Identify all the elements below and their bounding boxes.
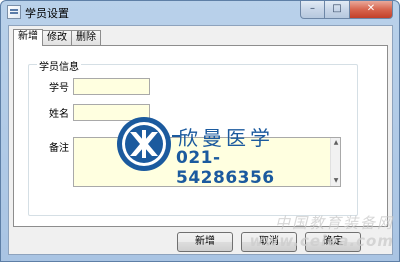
tab-delete[interactable]: 删除 bbox=[71, 30, 101, 45]
notes-textarea[interactable]: ▲ ▼ bbox=[73, 137, 341, 187]
title-bar[interactable]: 学员设置 – □ ✕ bbox=[1, 1, 399, 23]
caption-buttons: – □ ✕ bbox=[300, 1, 393, 19]
close-button[interactable]: ✕ bbox=[350, 1, 393, 19]
minimize-button[interactable]: – bbox=[300, 1, 325, 19]
scroll-up-icon[interactable]: ▲ bbox=[332, 139, 340, 147]
add-button[interactable]: 新增 bbox=[177, 232, 233, 252]
group-title: 学员信息 bbox=[37, 58, 81, 73]
maximize-button[interactable]: □ bbox=[325, 1, 350, 19]
notes-label: 备注 bbox=[49, 143, 69, 154]
tab-strip: 新增 修改 删除 bbox=[13, 29, 101, 46]
tab-edit[interactable]: 修改 bbox=[42, 30, 72, 45]
app-window-icon bbox=[7, 5, 21, 19]
scroll-down-icon[interactable]: ▼ bbox=[332, 177, 340, 185]
window-title: 学员设置 bbox=[25, 7, 69, 20]
student-info-group: 学员信息 学号 姓名 备注 ▲ ▼ bbox=[28, 58, 358, 216]
confirm-button[interactable]: 确定 bbox=[305, 232, 361, 252]
cancel-button[interactable]: 取消 bbox=[241, 232, 297, 252]
student-id-label: 学号 bbox=[49, 83, 69, 94]
tab-add[interactable]: 新增 bbox=[13, 29, 43, 46]
name-label: 姓名 bbox=[49, 109, 69, 120]
notes-scrollbar[interactable]: ▲ ▼ bbox=[330, 138, 340, 186]
tab-panel-add: 学员信息 学号 姓名 备注 ▲ ▼ bbox=[13, 45, 388, 227]
student-id-input[interactable] bbox=[73, 78, 150, 95]
window-client-area: 新增 修改 删除 学员信息 学号 姓名 备注 ▲ ▼ 新增 取消 确定 bbox=[8, 25, 393, 255]
name-input[interactable] bbox=[73, 104, 150, 121]
app-window: 学员设置 – □ ✕ 新增 修改 删除 学员信息 学号 姓名 备注 ▲ ▼ 新增… bbox=[0, 0, 400, 262]
